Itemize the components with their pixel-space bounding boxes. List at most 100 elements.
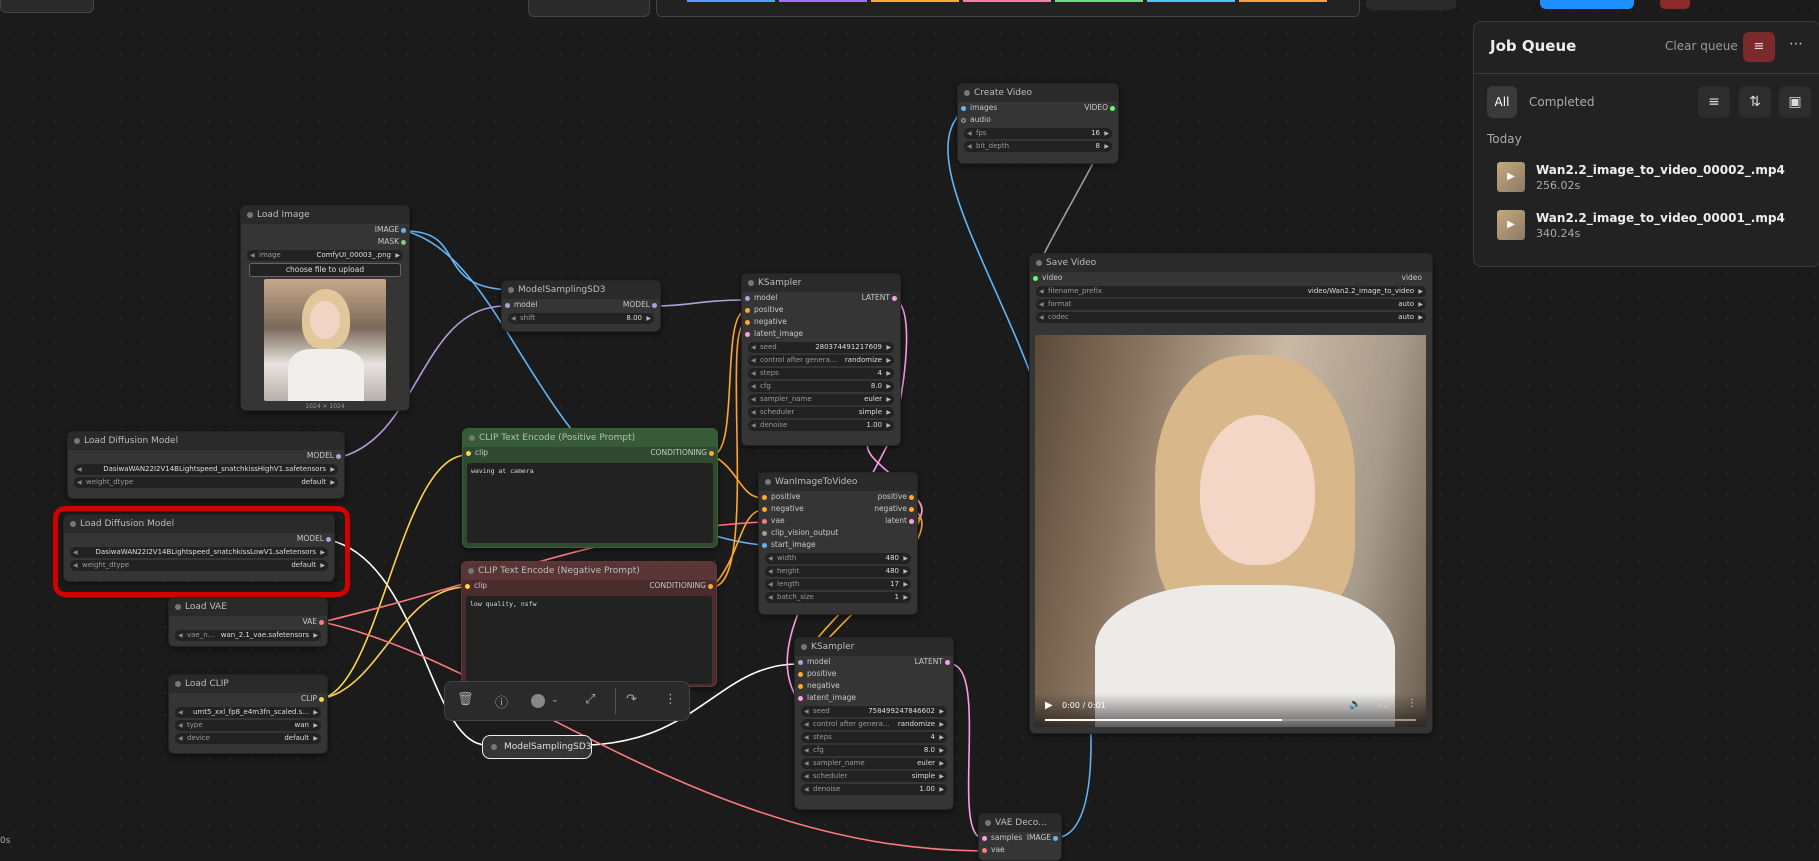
steps-widget[interactable]: steps 4 (801, 732, 947, 743)
node-load-diffusion-model-low[interactable]: Load Diffusion Model MODEL DasiwaWAN22I2… (63, 514, 335, 582)
more-icon[interactable]: ⋮ (664, 692, 677, 707)
node-vae-decode[interactable]: VAE Deco... samples IMAGE vae (978, 813, 1062, 861)
output-mask-slot[interactable] (401, 239, 406, 245)
chevron-down-icon[interactable]: ⌄ (551, 695, 559, 705)
node-load-vae[interactable]: Load VAE VAE vae_n... wan_2.1_vae.safeten… (168, 597, 328, 647)
output-positive-slot[interactable] (909, 494, 914, 500)
node-title[interactable]: Load Diffusion Model (68, 432, 344, 450)
output-image-slot[interactable] (1053, 835, 1058, 841)
node-title[interactable]: Create Video (958, 84, 1118, 102)
node-model-sampling-sd3-collapsed[interactable]: ModelSamplingSD3 (482, 735, 592, 759)
node-title[interactable]: WanImageToVideo (759, 473, 917, 491)
node-save-video[interactable]: Save Video video video filename_prefix vid… (1029, 253, 1433, 734)
queue-item[interactable]: ▶ Wan2.2_image_to_video_00002_.mp4 256.0… (1497, 160, 1807, 194)
cfg-widget[interactable]: cfg 8.0 (801, 745, 947, 756)
node-clip-text-encode-positive[interactable]: CLIP Text Encode (Positive Prompt) clip C… (462, 428, 718, 548)
node-clip-text-encode-negative[interactable]: CLIP Text Encode (Negative Prompt) clip C… (461, 561, 717, 687)
fullscreen-icon[interactable]: ⛶ (1380, 699, 1387, 710)
denoise-widget[interactable]: denoise 1.00 (748, 420, 894, 431)
output-video-slot[interactable] (1110, 105, 1115, 111)
progress-bar[interactable] (1045, 719, 1416, 721)
vae-name-widget[interactable]: vae_n... wan_2.1_vae.safetensors (175, 630, 321, 641)
node-title[interactable]: Load Image (241, 206, 409, 224)
image-widget[interactable]: image ComfyUI_00003_.png (247, 250, 403, 261)
node-load-image[interactable]: Load Image IMAGE MASK image ComfyUI_00003… (240, 205, 410, 411)
length-widget[interactable]: length 17 (765, 579, 911, 590)
codec-widget[interactable]: codec auto (1036, 312, 1426, 323)
fps-widget[interactable]: fps 16 (964, 128, 1112, 139)
output-model-slot[interactable] (326, 536, 331, 542)
sampler-name-widget[interactable]: sampler_name euler (748, 394, 894, 405)
input-clip-slot[interactable] (466, 450, 471, 456)
shift-widget[interactable]: shift 8.00 (508, 313, 654, 324)
node-load-diffusion-model-high[interactable]: Load Diffusion Model MODEL DasiwaWAN22I2… (67, 431, 345, 499)
node-ksampler-2[interactable]: KSampler model LATENT positive negative l… (794, 637, 954, 810)
upload-button[interactable]: choose file to upload (249, 263, 401, 277)
seed-widget[interactable]: seed 280374491217609 (748, 342, 894, 353)
output-vae-slot[interactable] (319, 619, 324, 625)
clear-queue-button[interactable]: Clear queue (1665, 39, 1738, 53)
node-load-clip[interactable]: Load CLIP CLIP umt5_xxl_fp8_e4m3fn_scale… (168, 674, 328, 754)
type-widget[interactable]: type wan (175, 720, 321, 731)
height-widget[interactable]: height 480 (765, 566, 911, 577)
bit-depth-widget[interactable]: bit_depth 8 (964, 141, 1112, 152)
info-icon[interactable]: ⓘ (495, 692, 508, 711)
seed-widget[interactable]: seed 758499247846602 (801, 706, 947, 717)
node-model-sampling-sd3[interactable]: ModelSamplingSD3 model MODEL shift 8.00 (501, 280, 661, 332)
clip-name-widget[interactable]: umt5_xxl_fp8_e4m3fn_scaled.s... (175, 707, 321, 718)
delete-icon[interactable]: 🗑 (457, 692, 474, 707)
steps-widget[interactable]: steps 4 (748, 368, 894, 379)
cfg-widget[interactable]: cfg 8.0 (748, 381, 894, 392)
input-clip-slot[interactable] (465, 583, 470, 589)
node-title[interactable]: Load VAE (169, 598, 327, 616)
device-widget[interactable]: device default (175, 733, 321, 744)
output-conditioning-slot[interactable] (709, 450, 714, 456)
prompt-textarea[interactable]: waving at camera (467, 463, 713, 543)
node-title[interactable]: CLIP Text Encode (Positive Prompt) (463, 429, 717, 447)
scheduler-widget[interactable]: scheduler simple (748, 407, 894, 418)
control-after-generate-widget[interactable]: control after genera... randomize (801, 719, 947, 730)
filter-icon[interactable]: ≡ (1698, 86, 1730, 118)
run-button[interactable] (1540, 0, 1634, 9)
tab-completed[interactable]: Completed (1529, 95, 1594, 109)
output-model-slot[interactable] (652, 302, 657, 308)
output-model-slot[interactable] (336, 453, 341, 459)
sort-icon[interactable]: ⇅ (1739, 86, 1771, 118)
sampler-name-widget[interactable]: sampler_name euler (801, 758, 947, 769)
volume-icon[interactable]: 🔈 (1349, 699, 1361, 710)
output-latent-slot[interactable] (909, 518, 914, 524)
node-title[interactable]: Load Diffusion Model (64, 515, 334, 533)
tab-all[interactable]: All (1487, 86, 1517, 118)
output-image-slot[interactable] (401, 227, 406, 233)
output-latent-slot[interactable] (945, 659, 950, 665)
video-player[interactable]: ▶ 0:00 / 0:01 🔈 ⛶ ⋮ (1035, 335, 1426, 727)
gallery-icon[interactable]: ▣ (1779, 86, 1811, 118)
denoise-widget[interactable]: denoise 1.00 (801, 784, 947, 795)
width-widget[interactable]: width 480 (765, 553, 911, 564)
weight-dtype-widget[interactable]: weight_dtype default (74, 477, 338, 488)
bypass-icon[interactable]: ⤢ (585, 692, 595, 707)
redo-icon[interactable]: ↷ (626, 692, 637, 707)
stop-button[interactable] (1660, 0, 1690, 9)
node-ksampler-1[interactable]: KSampler model LATENT positive negative l… (741, 273, 901, 446)
batch-size-widget[interactable]: batch_size 1 (765, 592, 911, 603)
prompt-textarea[interactable]: low quality, nsfw (466, 596, 712, 684)
color-picker-button[interactable] (531, 694, 545, 708)
node-title[interactable]: CLIP Text Encode (Negative Prompt) (462, 562, 716, 580)
play-icon[interactable]: ▶ (1045, 700, 1053, 711)
filename-prefix-widget[interactable]: filename_prefix video/Wan2.2_image_to_vid… (1036, 286, 1426, 297)
input-model-slot[interactable] (505, 302, 510, 308)
more-icon[interactable]: ⋯ (1789, 36, 1803, 52)
output-clip-slot[interactable] (319, 696, 324, 702)
output-latent-slot[interactable] (892, 295, 897, 301)
control-after-generate-widget[interactable]: control after genera... randomize (748, 355, 894, 366)
format-widget[interactable]: format auto (1036, 299, 1426, 310)
output-conditioning-slot[interactable] (708, 583, 713, 589)
queue-item[interactable]: ▶ Wan2.2_image_to_video_00001_.mp4 340.2… (1497, 208, 1807, 242)
node-title[interactable]: VAE Deco... (979, 814, 1061, 832)
node-title[interactable]: KSampler (795, 638, 953, 656)
scheduler-widget[interactable]: scheduler simple (801, 771, 947, 782)
node-title[interactable]: Save Video (1030, 254, 1432, 272)
output-negative-slot[interactable] (909, 506, 914, 512)
unet-name-widget[interactable]: DasiwaWAN22I2V14BLightspeed_snatchkissLo… (70, 547, 328, 558)
